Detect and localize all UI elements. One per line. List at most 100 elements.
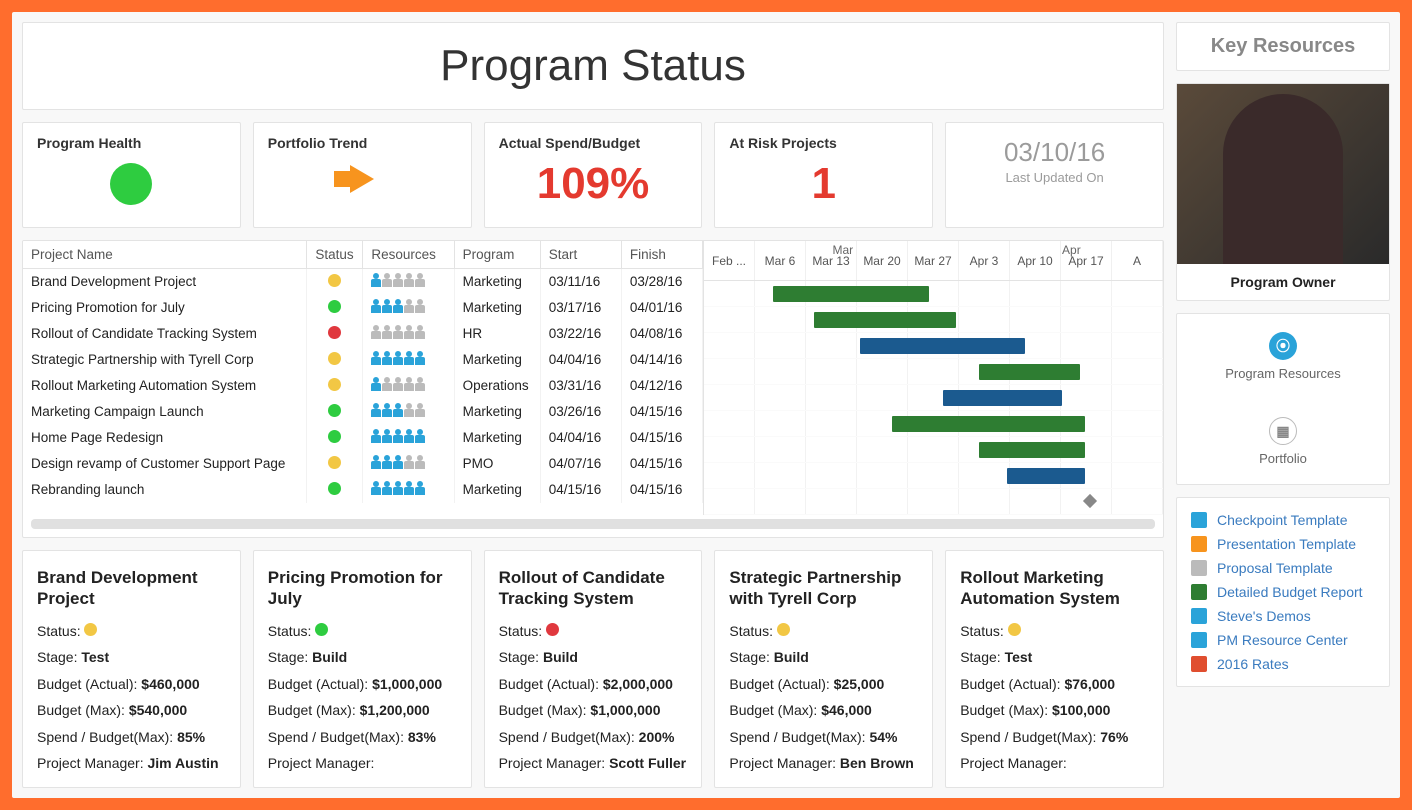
cell-resources <box>363 373 454 399</box>
project-cards-row: Brand Development ProjectStatus: Stage: … <box>22 550 1164 788</box>
col-status[interactable]: Status <box>307 241 363 269</box>
cell-start: 03/26/16 <box>540 399 621 425</box>
cell-project: Brand Development Project <box>23 269 307 295</box>
project-card[interactable]: Pricing Promotion for JulyStatus: Stage:… <box>253 550 472 788</box>
project-card[interactable]: Rollout Marketing Automation System Statu… <box>945 550 1164 788</box>
gantt-bar[interactable] <box>814 312 956 328</box>
gantt-bar[interactable] <box>943 390 1062 406</box>
table-row[interactable]: Rebranding launchMarketing04/15/1604/15/… <box>23 477 703 503</box>
project-card[interactable]: Strategic Partnership with Tyrell CorpSt… <box>714 550 933 788</box>
lbl-spend-ratio: Spend / Budget(Max): <box>37 729 173 745</box>
table-row[interactable]: Pricing Promotion for JulyMarketing03/17… <box>23 295 703 321</box>
resource-tiles: ⦿ Program Resources ▦ Portfolio <box>1176 313 1390 485</box>
kpi-health-label: Program Health <box>37 135 226 151</box>
sidebar-link[interactable]: Steve's Demos <box>1191 608 1375 624</box>
project-card[interactable]: Brand Development ProjectStatus: Stage: … <box>22 550 241 788</box>
lbl-budget-max: Budget (Max): <box>960 702 1048 718</box>
cell-start: 04/04/16 <box>540 425 621 451</box>
col-start[interactable]: Start <box>540 241 621 269</box>
status-dot-icon <box>328 456 341 469</box>
gantt-row[interactable] <box>704 281 1163 307</box>
card-title: Brand Development Project <box>37 567 226 610</box>
horizontal-scroll[interactable] <box>31 519 1155 529</box>
col-finish[interactable]: Finish <box>621 241 702 269</box>
table-row[interactable]: Rollout of Candidate Tracking SystemHR03… <box>23 321 703 347</box>
sidebar-link[interactable]: Detailed Budget Report <box>1191 584 1375 600</box>
gantt-bar[interactable] <box>1007 468 1085 484</box>
table-row[interactable]: Rollout Marketing Automation SystemOpera… <box>23 373 703 399</box>
gantt-chart[interactable]: Mar Apr Feb ...Mar 6Mar 13Mar 20Mar 27Ap… <box>703 241 1163 515</box>
sidebar-link[interactable]: 2016 Rates <box>1191 656 1375 672</box>
gantt-row[interactable] <box>704 385 1163 411</box>
gantt-row[interactable] <box>704 463 1163 489</box>
gantt-bar[interactable] <box>979 364 1080 380</box>
sidebar: Key Resources Program Owner ⦿ Program Re… <box>1176 22 1390 788</box>
gantt-bar[interactable] <box>773 286 929 302</box>
card-title: Rollout of Candidate Tracking System <box>499 567 688 610</box>
cell-resources <box>363 321 454 347</box>
cell-project: Rollout Marketing Automation System <box>23 373 307 399</box>
kpi-risk[interactable]: At Risk Projects 1 <box>714 122 933 228</box>
lbl-spend-ratio: Spend / Budget(Max): <box>960 729 1096 745</box>
gantt-bar[interactable] <box>892 416 1085 432</box>
cell-finish: 04/01/16 <box>621 295 702 321</box>
kpi-spend-label: Actual Spend/Budget <box>499 135 688 151</box>
program-owner-card[interactable]: Program Owner <box>1176 83 1390 301</box>
cell-program: Marketing <box>454 477 540 503</box>
kpi-health[interactable]: Program Health <box>22 122 241 228</box>
lbl-budget-actual: Budget (Actual): <box>499 676 599 692</box>
table-row[interactable]: Brand Development ProjectMarketing03/11/… <box>23 269 703 295</box>
status-dot-icon <box>328 352 341 365</box>
sidebar-link[interactable]: Proposal Template <box>1191 560 1375 576</box>
people-icon <box>371 429 425 443</box>
sidebar-link[interactable]: Checkpoint Template <box>1191 512 1375 528</box>
link-icon <box>1191 656 1207 672</box>
page-title: Program Status <box>41 41 1145 91</box>
kpi-trend[interactable]: Portfolio Trend <box>253 122 472 228</box>
status-dot-icon <box>328 300 341 313</box>
table-row[interactable]: Design revamp of Customer Support PagePM… <box>23 451 703 477</box>
col-program[interactable]: Program <box>454 241 540 269</box>
kpi-spend[interactable]: Actual Spend/Budget 109% <box>484 122 703 228</box>
tile-portfolio[interactable]: ▦ Portfolio <box>1177 399 1389 484</box>
kpi-updated[interactable]: 03/10/16 Last Updated On <box>945 122 1164 228</box>
lbl-stage: Stage: <box>960 649 1000 665</box>
gantt-row[interactable] <box>704 411 1163 437</box>
gantt-row[interactable] <box>704 437 1163 463</box>
col-project[interactable]: Project Name <box>23 241 307 269</box>
project-table: Project Name Status Resources Program St… <box>23 241 703 503</box>
table-row[interactable]: Marketing Campaign LaunchMarketing03/26/… <box>23 399 703 425</box>
cell-start: 03/17/16 <box>540 295 621 321</box>
card-title: Rollout Marketing Automation System <box>960 567 1149 610</box>
gantt-row[interactable] <box>704 359 1163 385</box>
trend-arrow-icon <box>350 165 374 193</box>
project-grid[interactable]: Project Name Status Resources Program St… <box>22 240 1164 538</box>
sidebar-link[interactable]: PM Resource Center <box>1191 632 1375 648</box>
gantt-bar[interactable] <box>979 442 1085 458</box>
cell-project: Rollout of Candidate Tracking System <box>23 321 307 347</box>
gantt-milestone-icon[interactable] <box>1083 494 1097 508</box>
col-resources[interactable]: Resources <box>363 241 454 269</box>
lbl-spend-ratio: Spend / Budget(Max): <box>499 729 635 745</box>
cell-start: 03/31/16 <box>540 373 621 399</box>
gantt-bar[interactable] <box>860 338 1025 354</box>
lbl-budget-actual: Budget (Actual): <box>729 676 829 692</box>
table-row[interactable]: Strategic Partnership with Tyrell CorpMa… <box>23 347 703 373</box>
table-row[interactable]: Home Page RedesignMarketing04/04/1604/15… <box>23 425 703 451</box>
lbl-budget-max: Budget (Max): <box>729 702 817 718</box>
link-icon <box>1191 560 1207 576</box>
gantt-row[interactable] <box>704 307 1163 333</box>
tile-label: Program Resources <box>1225 366 1341 381</box>
cell-status <box>307 373 363 399</box>
cell-finish: 04/14/16 <box>621 347 702 373</box>
val-pm: Ben Brown <box>840 755 914 771</box>
gantt-row[interactable] <box>704 489 1163 515</box>
lbl-status: Status: <box>960 623 1004 639</box>
link-label: Presentation Template <box>1217 536 1356 552</box>
gantt-row[interactable] <box>704 333 1163 359</box>
sidebar-link[interactable]: Presentation Template <box>1191 536 1375 552</box>
lbl-stage: Stage: <box>729 649 769 665</box>
tile-program-resources[interactable]: ⦿ Program Resources <box>1177 314 1389 399</box>
project-card[interactable]: Rollout of Candidate Tracking SystemStat… <box>484 550 703 788</box>
health-status-icon <box>110 163 152 205</box>
